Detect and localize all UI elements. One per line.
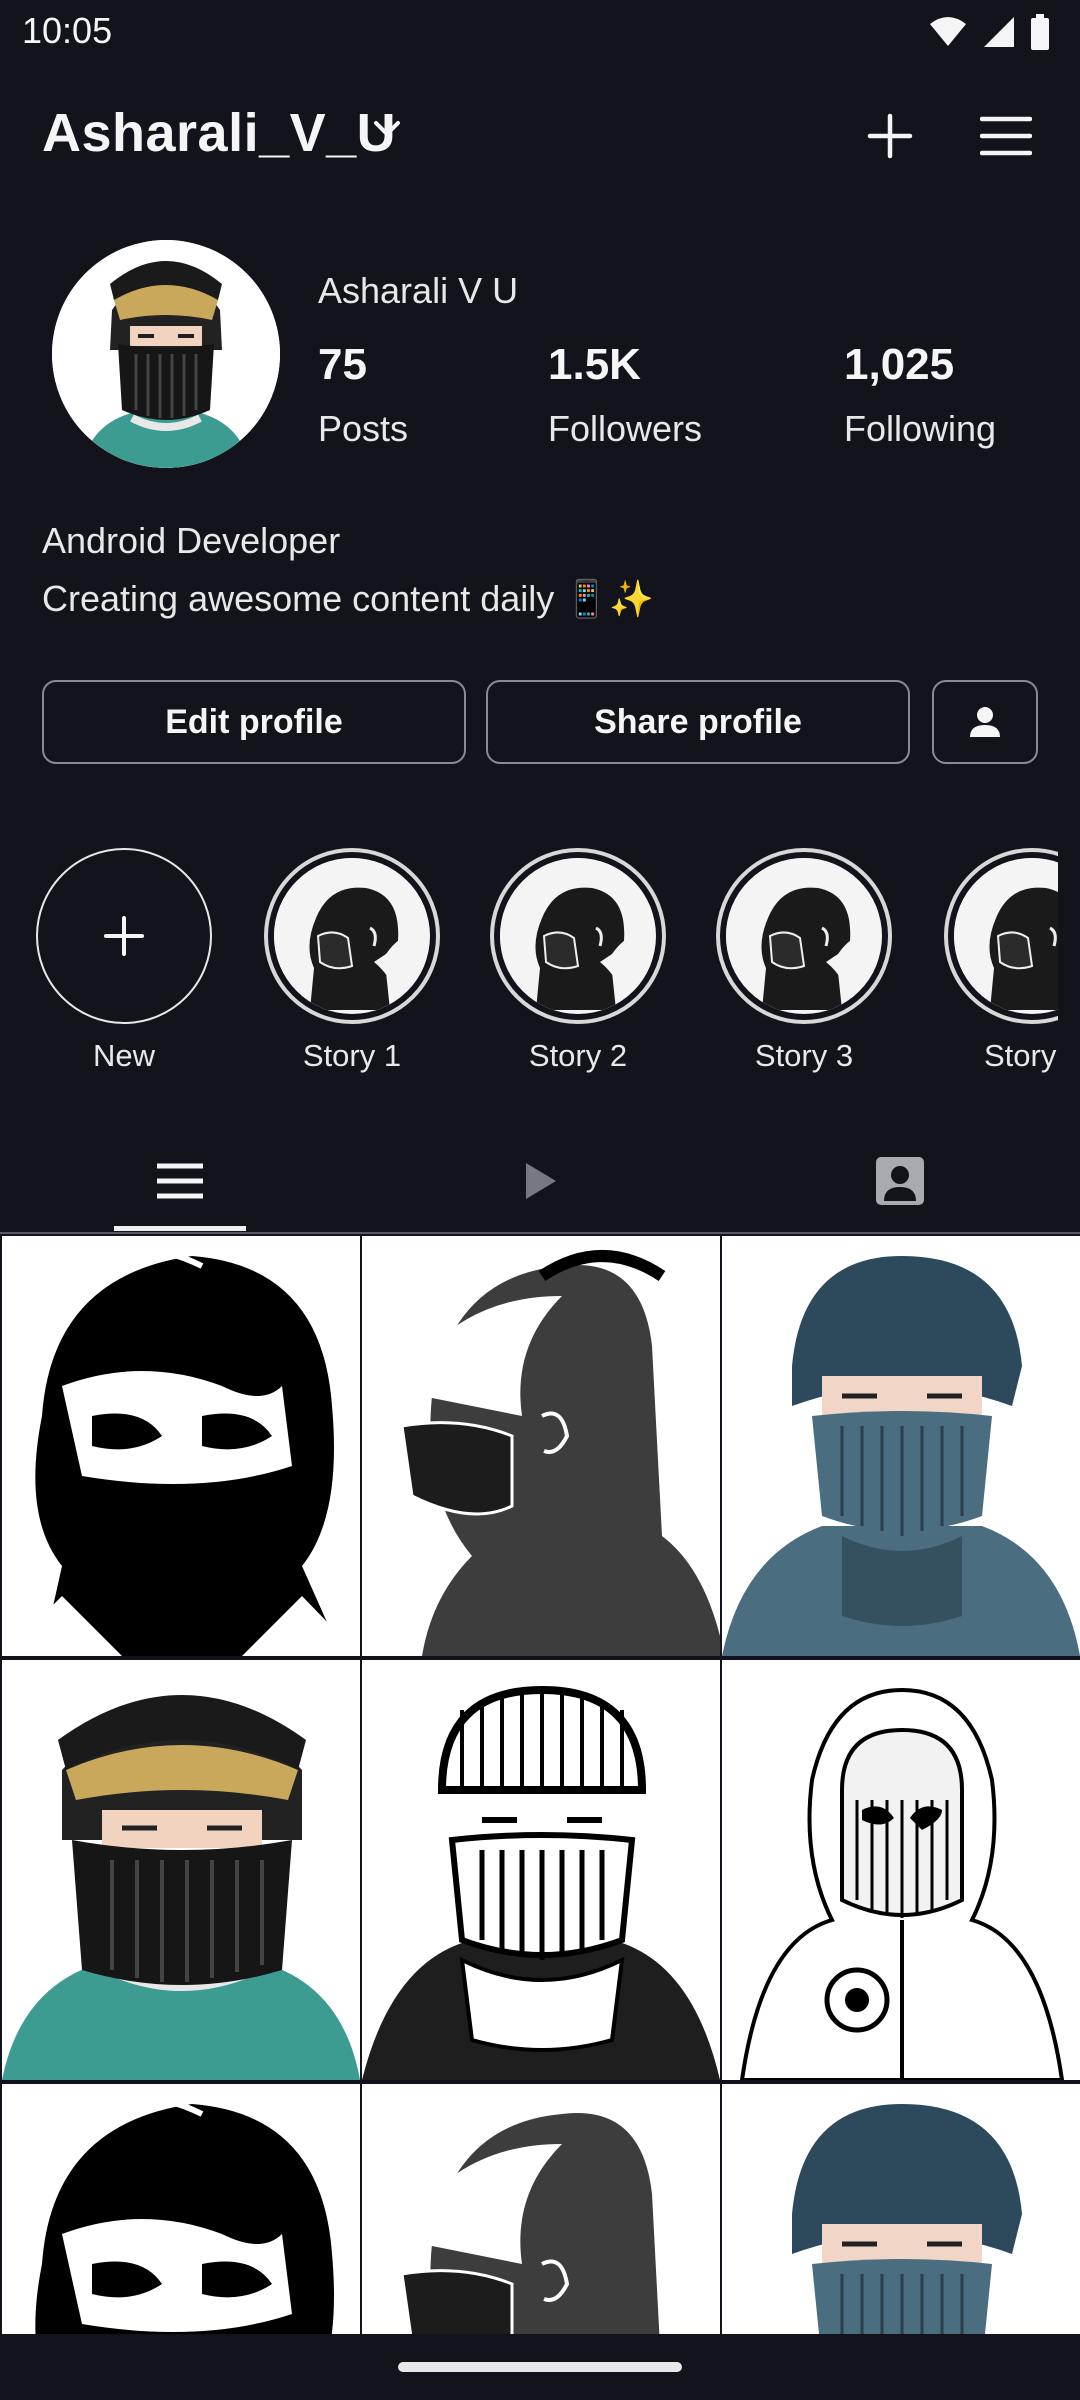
story-thumbnail [274, 858, 430, 1014]
post-tile-8[interactable] [362, 2084, 720, 2334]
story-highlight-3[interactable]: Story 3 [716, 848, 892, 1074]
profile-tab-bar [0, 1128, 1080, 1234]
post-tile-7[interactable] [2, 2084, 360, 2334]
username-switcher[interactable]: Asharali_V_U [42, 102, 396, 164]
story-ring [264, 848, 440, 1024]
tab-tagged[interactable] [720, 1128, 1080, 1234]
edit-profile-button[interactable]: Edit profile [42, 680, 466, 764]
stat-posts[interactable]: 75 Posts [318, 340, 408, 450]
story-label: Story 1 [302, 1038, 402, 1073]
tab-posts-grid[interactable] [0, 1128, 360, 1234]
status-icons [928, 14, 1050, 50]
chevron-down-icon[interactable] [372, 118, 402, 140]
story-thumbnail [500, 858, 656, 1014]
stat-following[interactable]: 1,025 Following [844, 340, 996, 450]
top-bar: Asharali_V_U [0, 96, 1080, 180]
stat-label: Following [844, 408, 997, 449]
plus-icon [104, 916, 144, 956]
post-tile-5[interactable] [362, 1660, 720, 2080]
story-label: New [92, 1038, 155, 1073]
story-highlight-2[interactable]: Story 2 [490, 848, 666, 1074]
menu-icon[interactable] [980, 114, 1032, 158]
story-highlight-4[interactable]: Story [944, 848, 1058, 1074]
posts-grid [0, 1236, 1080, 2334]
status-bar: 10:05 [0, 0, 1080, 64]
stat-value: 1,025 [844, 340, 955, 389]
story-ring [944, 848, 1058, 1024]
post-tile-9[interactable] [722, 2084, 1080, 2334]
story-highlight-1[interactable]: Story 1 [264, 848, 440, 1074]
bio-title: Android Developer [42, 520, 341, 561]
display-name: Asharali V U [318, 270, 519, 311]
battery-icon [1031, 14, 1049, 50]
status-time: 10:05 [22, 10, 113, 51]
post-tile-1[interactable] [2, 1236, 360, 1656]
story-thumbnail [726, 858, 882, 1014]
tab-reels[interactable] [360, 1128, 720, 1234]
story-overflow-clip: Story [940, 848, 1058, 1098]
bio-text: Creating awesome content daily 📱✨ [42, 578, 654, 619]
story-label: Story [984, 1038, 1057, 1073]
story-ring [716, 848, 892, 1024]
story-thumbnail [954, 858, 1058, 1014]
discover-people-button[interactable] [932, 680, 1038, 764]
post-tile-6[interactable] [722, 1660, 1080, 2080]
signal-icon [984, 17, 1014, 47]
stat-value: 1.5K [548, 340, 641, 389]
play-icon [526, 1163, 556, 1199]
profile-avatar[interactable] [52, 240, 280, 468]
story-label: Story 3 [754, 1038, 854, 1073]
story-new[interactable]: New [36, 848, 212, 1074]
home-gesture-handle[interactable] [398, 2362, 682, 2372]
stat-label: Posts [318, 408, 409, 449]
share-profile-button[interactable]: Share profile [486, 680, 910, 764]
post-tile-3[interactable] [722, 1236, 1080, 1656]
story-new-ring [36, 848, 212, 1024]
story-label: Story 2 [528, 1038, 628, 1073]
stat-label: Followers [548, 408, 703, 449]
tab-selected-indicator [114, 1226, 246, 1231]
grid-list-icon [157, 1163, 203, 1199]
post-tile-2[interactable] [362, 1236, 720, 1656]
tagged-person-icon [876, 1157, 924, 1205]
post-tile-4[interactable] [2, 1660, 360, 2080]
tab-divider [0, 1232, 1080, 1234]
stat-value: 75 [318, 340, 367, 389]
add-icon[interactable] [864, 110, 916, 162]
stat-followers[interactable]: 1.5K Followers [548, 340, 702, 450]
wifi-icon [930, 17, 966, 46]
person-icon [970, 707, 1000, 737]
story-ring [490, 848, 666, 1024]
